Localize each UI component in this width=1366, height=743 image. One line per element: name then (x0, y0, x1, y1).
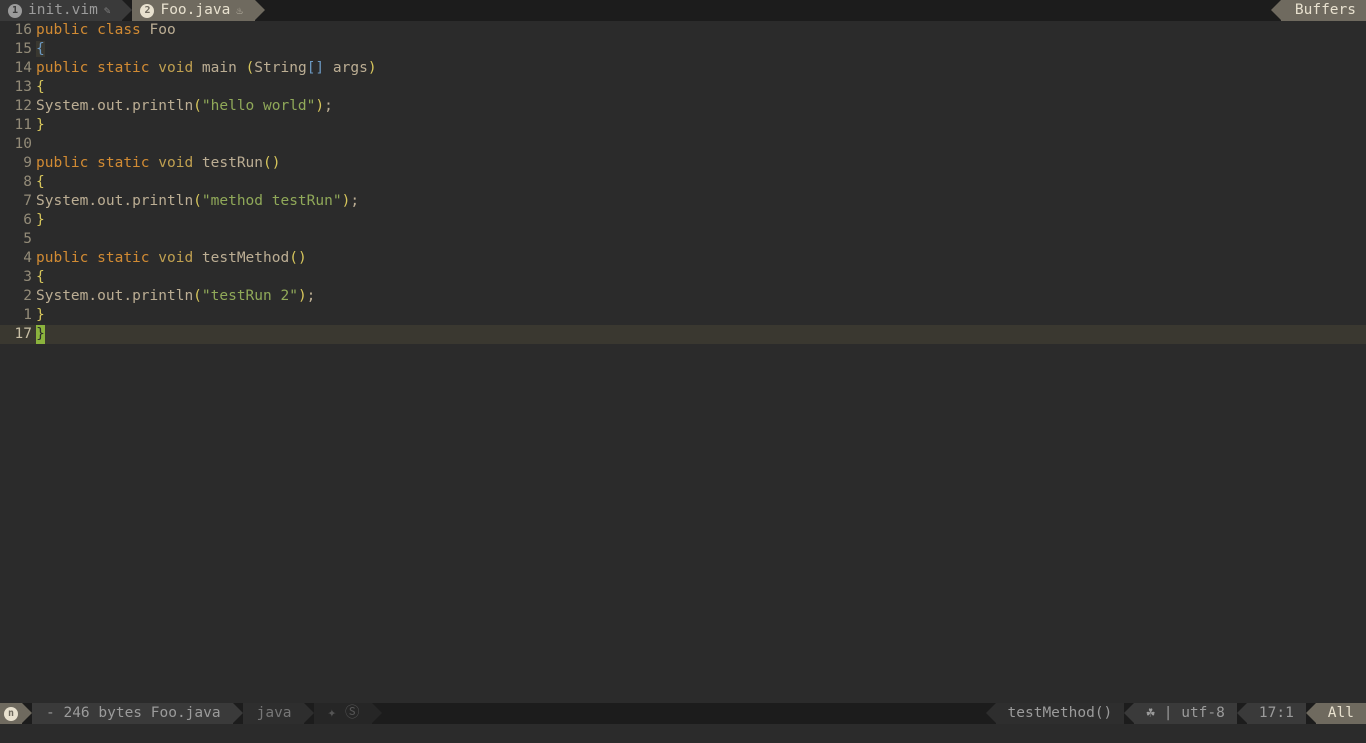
position-segment: 17:1 (1247, 703, 1306, 724)
code-line[interactable]: 12 System.out.println("hello world"); (0, 97, 1366, 116)
line-number: 15 (0, 40, 36, 59)
matching-brace: { (36, 41, 45, 57)
code-line[interactable]: 16 public class Foo (0, 21, 1366, 40)
code-line[interactable]: 1 } (0, 306, 1366, 325)
line-number: 14 (0, 59, 36, 78)
fileinfo-segment: - 246 bytes Foo.java (32, 703, 233, 724)
line-number: 3 (0, 268, 36, 287)
code-line[interactable]: 6 } (0, 211, 1366, 230)
filetype-icon: ✎ (104, 1, 111, 20)
code-line[interactable]: 13 { (0, 78, 1366, 97)
status-bar: n - 246 bytes Foo.java java ✦ Ⓢ testMeth… (0, 703, 1366, 724)
line-number: 8 (0, 173, 36, 192)
scroll-segment: All (1316, 703, 1366, 724)
code-line[interactable]: 15 { (0, 40, 1366, 59)
lint-segment: ✦ Ⓢ (314, 703, 372, 724)
cursor: } (36, 325, 45, 344)
editor-area[interactable]: 16 public class Foo 15 { 14 public stati… (0, 21, 1366, 344)
line-number: 1 (0, 306, 36, 325)
line-number: 5 (0, 230, 36, 249)
buffers-label: Buffers (1281, 0, 1366, 21)
code-line[interactable]: 14 public static void main (String[] arg… (0, 59, 1366, 78)
line-number: 13 (0, 78, 36, 97)
code-line[interactable]: 7 System.out.println("method testRun"); (0, 192, 1366, 211)
line-number: 10 (0, 135, 36, 154)
line-number: 17 (0, 325, 36, 344)
command-line-area[interactable] (0, 724, 1366, 743)
buffer-tab-label: init.vim (28, 1, 98, 20)
code-line[interactable]: 5 (0, 230, 1366, 249)
code-line[interactable]: 3 { (0, 268, 1366, 287)
encoding-segment: ☘ | utf-8 (1134, 703, 1237, 724)
code-line[interactable]: 10 (0, 135, 1366, 154)
filetype-segment: java (243, 703, 304, 724)
buffer-tab-label: Foo.java (160, 1, 230, 20)
code-line[interactable]: 4 public static void testMethod() (0, 249, 1366, 268)
line-number: 9 (0, 154, 36, 173)
line-number: 4 (0, 249, 36, 268)
line-number: 6 (0, 211, 36, 230)
line-number: 7 (0, 192, 36, 211)
buffer-bar: 1 init.vim ✎ 2 Foo.java ♨ Buffers (0, 0, 1366, 21)
buffer-number-badge: 1 (8, 4, 22, 18)
line-number: 12 (0, 97, 36, 116)
mode-icon: n (4, 707, 18, 721)
filetype-icon: ♨ (236, 1, 243, 20)
line-number: 16 (0, 21, 36, 40)
line-number: 2 (0, 287, 36, 306)
code-line[interactable]: 9 public static void testRun() (0, 154, 1366, 173)
mode-segment: n (0, 703, 22, 724)
code-line[interactable]: 11 } (0, 116, 1366, 135)
line-number: 11 (0, 116, 36, 135)
buffer-tab-inactive[interactable]: 1 init.vim ✎ (0, 0, 122, 21)
buffer-number-badge: 2 (140, 4, 154, 18)
code-line[interactable]: 2 System.out.println("testRun 2"); (0, 287, 1366, 306)
code-line-current[interactable]: 17 } (0, 325, 1366, 344)
context-segment: testMethod() (996, 703, 1125, 724)
buffer-tab-active[interactable]: 2 Foo.java ♨ (132, 0, 254, 21)
code-line[interactable]: 8 { (0, 173, 1366, 192)
